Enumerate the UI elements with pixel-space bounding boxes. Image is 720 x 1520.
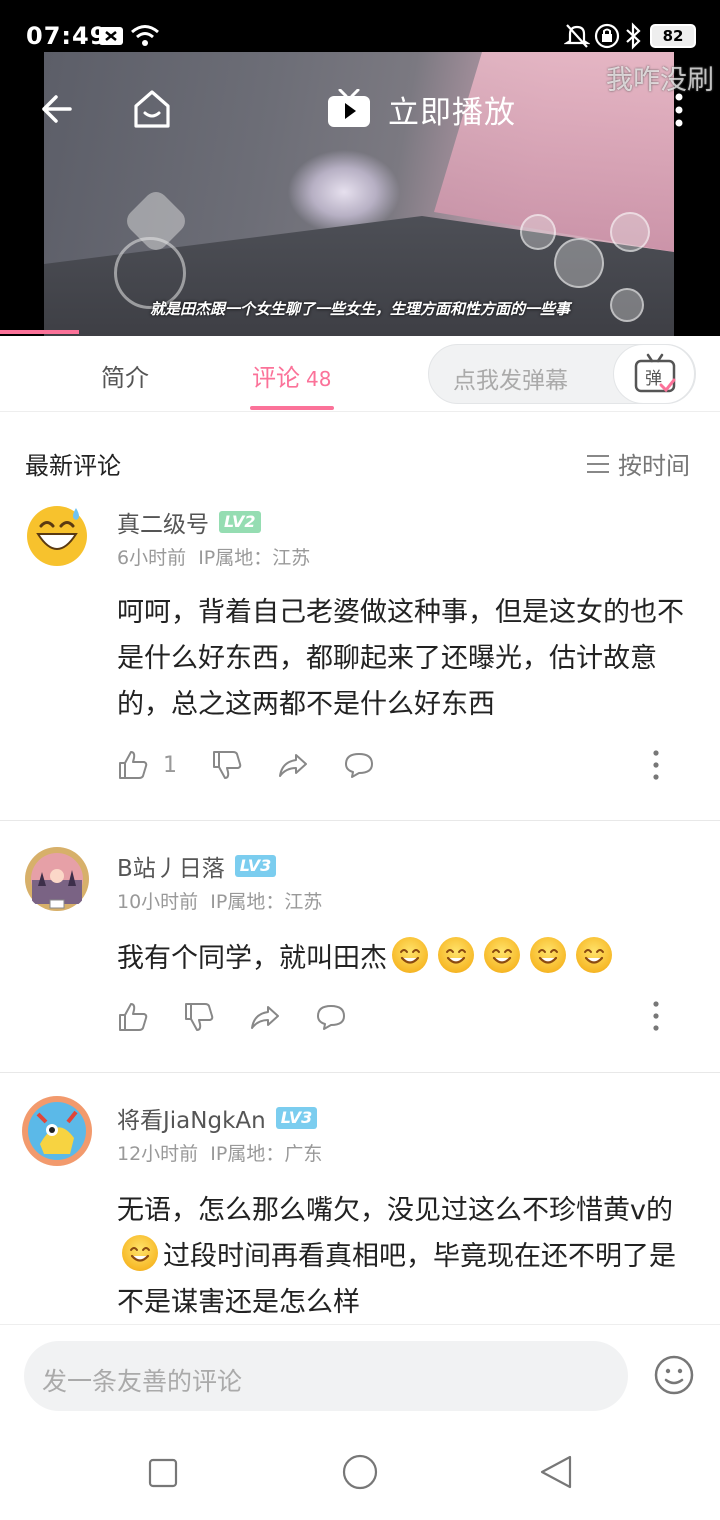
smile-emoji-icon: [438, 937, 474, 973]
like-button[interactable]: 1: [117, 749, 177, 781]
danmaku-input[interactable]: 点我发弹幕 弹: [428, 344, 696, 404]
sunset-avatar-icon: [25, 847, 89, 911]
comment-username[interactable]: B站丿日落 LV3: [117, 849, 277, 883]
comment-input[interactable]: 发一条友善的评论: [24, 1341, 628, 1411]
danmaku-placeholder: 点我发弹幕: [453, 368, 568, 394]
notification-x-icon: [99, 27, 123, 45]
thumbs-up-icon: [119, 751, 148, 779]
home-icon[interactable]: [131, 88, 173, 130]
video-progress-bar[interactable]: [0, 330, 80, 334]
battery-indicator: 82: [650, 24, 696, 48]
like-count: 1: [163, 752, 177, 778]
comment-location: IP属地：江苏: [198, 547, 311, 569]
cartoon-avatar-icon: [22, 1096, 92, 1166]
tab-comments[interactable]: 评论 48: [252, 358, 331, 393]
wifi-icon: [131, 25, 159, 46]
thumbs-up-icon: [119, 1003, 148, 1031]
danmaku-watermark: 我咋没刷: [606, 65, 714, 96]
recents-square-icon[interactable]: [148, 1458, 178, 1488]
play-now-button[interactable]: 立即播放: [326, 84, 516, 134]
comment-meta: 10小时前 IP属地：江苏: [117, 887, 322, 914]
tab-intro[interactable]: 简介: [101, 358, 149, 393]
comment-input-placeholder: 发一条友善的评论: [42, 1367, 243, 1396]
danmaku-icon: 弹: [634, 353, 676, 393]
comment-time: 10小时前: [117, 891, 199, 913]
comment-text: 呵呵，背着自己老婆做这种事，但是这女的也不是什么好东西，都聊起来了还曝光，估计故…: [117, 597, 684, 720]
back-arrow-icon[interactable]: [40, 92, 74, 126]
like-button[interactable]: [117, 1001, 149, 1033]
comment-location: IP属地：江苏: [210, 891, 323, 913]
share-icon: [251, 1006, 279, 1029]
sort-by-time-button[interactable]: 按时间: [586, 446, 690, 481]
username-text: 将看JiaNgkAn: [117, 1108, 266, 1134]
status-time: 07:49: [26, 22, 108, 50]
play-now-label: 立即播放: [388, 94, 516, 131]
level-badge: LV3: [275, 1107, 318, 1129]
comment-text: 无语，怎么那么嘴欠，没见过这么不珍惜黄v的过段时间再看真相吧，毕竟现在还不明了是…: [117, 1188, 702, 1324]
comment-time: 6小时前: [117, 547, 187, 569]
share-button[interactable]: [277, 749, 309, 781]
bluetooth-icon: [626, 22, 641, 50]
comment-count: 48: [306, 367, 332, 391]
comment-bubble-icon: [317, 1005, 345, 1030]
danmaku-toggle-button[interactable]: 弹: [613, 344, 695, 404]
reply-button[interactable]: [343, 749, 375, 781]
crying-laugh-emoji-icon: [122, 1235, 158, 1271]
system-nav-bar: [0, 1428, 720, 1520]
tab-bar: 简介 评论 48 点我发弹幕 弹: [0, 336, 720, 412]
mute-bell-icon: [564, 24, 590, 48]
divider: [0, 820, 720, 821]
more-vertical-icon[interactable]: [672, 92, 686, 128]
smile-emoji-icon: [392, 937, 428, 973]
avatar[interactable]: [24, 502, 90, 568]
comment-bubble-icon: [345, 753, 373, 778]
comment-more-icon[interactable]: [650, 1000, 662, 1032]
svg-text:弹: 弹: [645, 369, 662, 389]
comment-username[interactable]: 将看JiaNgkAn LV3: [117, 1101, 318, 1135]
level-badge: LV3: [234, 855, 277, 877]
back-triangle-icon[interactable]: [538, 1454, 574, 1490]
comment-meta: 12小时前 IP属地：广东: [117, 1139, 322, 1166]
sort-label: 按时间: [618, 452, 690, 480]
comment-text: 我有个同学，就叫田杰: [117, 936, 702, 982]
grin-sweat-avatar-icon: [27, 506, 87, 566]
smile-emoji-icon: [484, 937, 520, 973]
home-circle-icon[interactable]: [342, 1454, 378, 1490]
thumbs-down-icon: [213, 751, 242, 779]
avatar[interactable]: [24, 846, 90, 912]
level-badge: LV2: [219, 511, 261, 533]
section-title: 最新评论: [25, 452, 121, 480]
comment-text-part-a: 无语，怎么那么嘴欠，没见过这么不珍惜黄v的: [117, 1195, 673, 1226]
smile-emoji-icon: [576, 937, 612, 973]
divider: [0, 1072, 720, 1073]
comment-actions: [117, 999, 381, 1035]
comment-time: 12小时前: [117, 1143, 199, 1165]
tab-active-indicator: [250, 406, 334, 410]
avatar[interactable]: [20, 1094, 94, 1168]
comment-text-part-b: 过段时间再看真相吧，毕竟现在还不明了是不是谋害还是怎么样: [117, 1241, 676, 1318]
username-text: 真二级号: [117, 512, 209, 538]
smile-emoji-icon: [530, 937, 566, 973]
share-button[interactable]: [249, 1001, 281, 1033]
comment-actions: 1: [117, 747, 409, 783]
tv-play-icon: [328, 89, 370, 127]
lock-rotation-icon: [594, 23, 620, 49]
comment-location: IP属地：广东: [210, 1143, 323, 1165]
sort-lines-icon: [587, 454, 609, 473]
reply-button[interactable]: [315, 1001, 347, 1033]
dislike-button[interactable]: [183, 1001, 215, 1033]
share-icon: [279, 754, 307, 777]
video-subtitle: 就是田杰跟一个女生聊了一些女生，生理方面和性方面的一些事: [149, 300, 570, 318]
comment-more-icon[interactable]: [650, 749, 662, 781]
tab-comments-label: 评论: [252, 364, 300, 392]
comment-text-content: 我有个同学，就叫田杰: [117, 943, 387, 974]
comment-compose-bar: 发一条友善的评论: [0, 1324, 720, 1428]
comment-username[interactable]: 真二级号 LV2: [117, 505, 261, 539]
emoji-picker-icon[interactable]: [654, 1355, 694, 1395]
thumbs-down-icon: [185, 1003, 214, 1031]
comment-meta: 6小时前 IP属地：江苏: [117, 543, 310, 570]
username-text: B站丿日落: [117, 856, 225, 882]
dislike-button[interactable]: [211, 749, 243, 781]
